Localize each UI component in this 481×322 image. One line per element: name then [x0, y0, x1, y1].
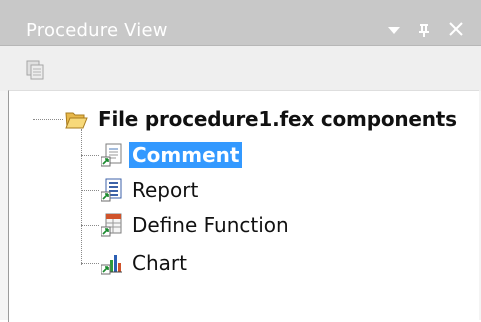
tree-item-label: Comment: [129, 142, 243, 168]
tree-connector: [33, 119, 63, 120]
panel-title: Procedure View: [26, 20, 168, 41]
procedure-view-panel: Procedure View File procedure1.fex compo…: [0, 0, 481, 322]
close-button[interactable]: [444, 18, 468, 40]
close-icon: [449, 22, 463, 36]
tree-connector: [81, 190, 99, 191]
tree-connector: [81, 155, 99, 156]
report-icon: [101, 178, 122, 202]
panel-toolbar: [0, 46, 481, 91]
tree-view: File procedure1.fex components Comment R…: [8, 90, 479, 322]
tree-item-chart[interactable]: Chart: [101, 248, 190, 278]
tree-connector: [81, 129, 82, 265]
tree-item-report[interactable]: Report: [101, 175, 201, 205]
dropdown-button[interactable]: [382, 18, 406, 40]
tree-item-label: Define Function: [132, 213, 289, 237]
tree-view-button[interactable]: [24, 58, 48, 82]
tree-item-comment[interactable]: Comment: [101, 140, 243, 170]
pin-icon: [419, 24, 429, 37]
tree-root-node[interactable]: File procedure1.fex components: [63, 104, 460, 134]
tree-item-label: Chart: [132, 251, 187, 275]
folder-open-icon: [65, 112, 88, 129]
panel-title-bar: Procedure View: [0, 0, 481, 46]
pin-button[interactable]: [412, 18, 436, 40]
triangle-down-icon: [388, 27, 400, 34]
tree-item-label: Report: [132, 178, 199, 202]
tree-connector: [81, 263, 99, 264]
define-function-icon: [101, 213, 122, 237]
tree-connector: [81, 225, 99, 226]
tree-view-icon: [26, 60, 44, 80]
component-tree: File procedure1.fex components Comment R…: [9, 91, 479, 322]
tree-item-define-function[interactable]: Define Function: [101, 210, 292, 240]
chart-icon: [101, 255, 122, 275]
tree-root-label: File procedure1.fex components: [98, 107, 457, 131]
comment-icon: [101, 143, 122, 167]
